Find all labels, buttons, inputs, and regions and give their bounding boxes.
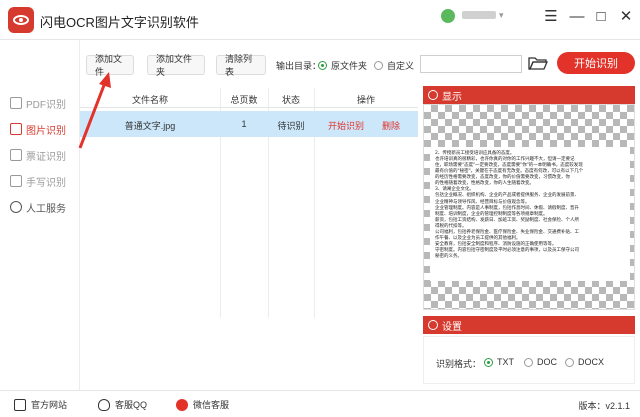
radio-custom-folder[interactable]: 自定义 [374,59,414,72]
image-icon [10,123,22,135]
app-title: 闪电OCR图片文字识别软件 [40,15,199,30]
format-option-txt[interactable]: TXT [484,357,514,367]
annotation-arrow-icon [78,72,111,149]
sidebar-item-ticket[interactable]: 票证识别 [10,146,66,164]
title-bar: 闪电OCR图片文字识别软件 ▾ ☰ — □ ✕ [0,0,640,40]
footer-link-label: 微信客服 [193,400,230,410]
radio-dot-icon [524,357,533,367]
qq-support-link[interactable]: 客服QQ [98,398,147,411]
status-cell: 待识别 [277,121,305,131]
preview-header: 显示 [423,86,635,104]
folder-open-icon[interactable] [528,54,548,72]
settings-header: 设置 [423,316,635,334]
file-table: 文件名称 总页数 状态 操作 普通文字.jpg 1 待识别 开始识别 删除 [80,88,418,318]
sidebar-item-label: PDF识别 [26,99,66,111]
settings-panel: 识别格式： TXT DOC DOCX [423,336,635,384]
column-header-action: 操作 [356,95,375,105]
radio-dot-icon [484,357,493,367]
menu-icon[interactable]: ☰ [541,6,561,26]
format-option-label: DOCX [578,357,605,367]
clear-list-button[interactable]: 清除列表 [216,54,266,77]
wechat-icon [176,398,188,411]
sidebar-item-label: 人工服务 [26,203,66,215]
radio-label: 自定义 [387,61,415,71]
version-label: 版本：v2.1.1 [578,401,630,411]
page-count-cell: 1 [241,119,247,129]
format-label: 识别格式： [436,359,482,369]
handwriting-icon [10,175,22,187]
sidebar-item-pdf[interactable]: PDF识别 [10,94,66,112]
row-delete-link[interactable]: 删除 [382,119,400,132]
radio-dot-icon [374,61,383,70]
sidebar-item-label: 票证识别 [26,151,66,163]
monitor-icon [14,398,26,411]
table-header: 文件名称 总页数 状态 操作 [80,88,418,108]
wechat-support-link[interactable]: 微信客服 [176,398,229,411]
pdf-icon [10,97,22,109]
official-website-link[interactable]: 官方网站 [14,398,67,411]
start-recognition-button[interactable]: 开始识别 [557,52,635,74]
document-image: 2、传授新员工接受培训应具备的态度。 也许培训真的很精彩，也许你真的对你的工作兴… [430,147,630,281]
preview-title: 显示 [442,91,462,103]
sidebar-item-image[interactable]: 图片识别 [10,120,66,138]
output-dir-label: 输出目录： [276,61,322,71]
gear-icon [428,320,438,330]
sidebar-item-label: 手写识别 [26,177,66,189]
image-preview: 2、传授新员工接受培训应具备的态度。 也许培训真的很精彩，也许你真的对你的工作兴… [423,104,635,310]
add-folder-button[interactable]: 添加文件夹 [147,54,205,77]
table-row[interactable]: 普通文字.jpg 1 待识别 开始识别 删除 [80,111,418,137]
sidebar-item-handwriting[interactable]: 手写识别 [10,172,66,190]
toolbar: 添加文件 添加文件夹 清除列表 输出目录： 原文件夹 自定义 开始识别 [80,40,640,85]
footer-link-label: 官方网站 [31,400,68,410]
sidebar-item-service[interactable]: 人工服务 [10,198,66,216]
doc-line: 秘密的义务。 [435,254,462,260]
eye-icon [428,90,438,100]
column-header-status: 状态 [281,95,300,105]
qq-penguin-icon [98,398,110,411]
maximize-icon[interactable]: □ [591,6,611,26]
radio-label: 原文件夹 [331,61,368,71]
settings-title: 设置 [442,321,462,333]
row-start-recognition-link[interactable]: 开始识别 [328,119,364,132]
column-header-pages: 总页数 [230,95,258,105]
sidebar: PDF识别 图片识别 票证识别 手写识别 人工服务 [0,40,80,390]
user-menu-chevron-icon[interactable]: ▾ [499,10,504,21]
sidebar-item-label: 图片识别 [26,125,66,137]
minimize-icon[interactable]: — [567,6,587,26]
radio-dot-icon [565,357,574,367]
footer-link-label: 客服QQ [115,400,148,410]
format-option-docx[interactable]: DOCX [565,357,604,367]
format-option-doc[interactable]: DOC [524,357,557,367]
user-avatar[interactable] [441,9,455,23]
app-logo-icon [8,7,34,33]
format-option-label: TXT [497,357,514,367]
radio-dot-icon [318,61,327,70]
user-name-masked[interactable] [462,11,496,19]
close-icon[interactable]: ✕ [616,6,636,26]
format-option-label: DOC [537,357,557,367]
footer: 官方网站 客服QQ 微信客服 版本：v2.1.1 [0,390,640,417]
output-path-input[interactable] [420,55,522,73]
radio-source-folder[interactable]: 原文件夹 [318,59,367,72]
smiley-icon [10,201,22,213]
ticket-icon [10,149,22,161]
